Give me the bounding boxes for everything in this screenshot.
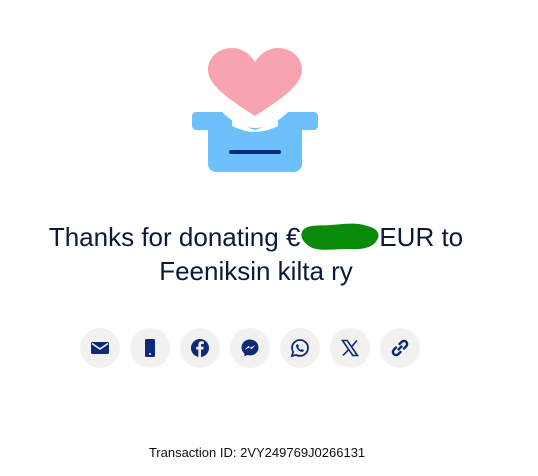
heart-icon: [208, 48, 302, 116]
phone-icon: [145, 339, 155, 357]
share-buttons: [80, 328, 420, 368]
donation-box-illustration: [192, 46, 318, 176]
headline-suffix: EUR to: [379, 222, 464, 252]
share-messenger-button[interactable]: [230, 328, 270, 368]
share-x-button[interactable]: [330, 328, 370, 368]
facebook-icon: [191, 339, 209, 357]
thank-you-message: Thanks for donating € EUR to Feeniksin ki…: [0, 220, 512, 288]
recipient-name: Feeniksin kilta ry: [159, 256, 353, 286]
link-icon: [391, 339, 409, 357]
x-icon: [340, 339, 360, 357]
whatsapp-icon: [290, 339, 309, 358]
share-email-button[interactable]: [80, 328, 120, 368]
transaction-id: Transaction ID: 2VY249769J0266131: [148, 445, 366, 460]
share-sms-button[interactable]: [130, 328, 170, 368]
share-whatsapp-button[interactable]: [280, 328, 320, 368]
headline-prefix: Thanks for donating €: [48, 222, 301, 252]
share-facebook-button[interactable]: [180, 328, 220, 368]
email-icon: [91, 342, 109, 354]
copy-link-button[interactable]: [380, 328, 420, 368]
messenger-icon: [241, 339, 259, 357]
redacted-amount: [301, 223, 379, 250]
